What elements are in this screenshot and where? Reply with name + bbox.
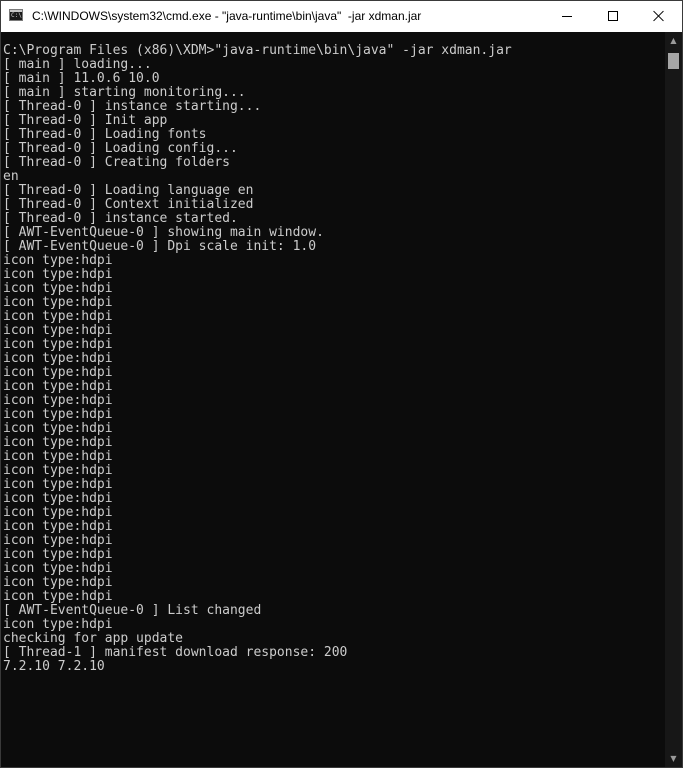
console-line: icon type:hdpi xyxy=(3,365,113,380)
console-line: [ Thread-0 ] Loading config... xyxy=(3,141,238,156)
title-bar[interactable]: C:\WINDOWS\system32\cmd.exe - "java-runt… xyxy=(1,1,682,32)
console-line: [ Thread-0 ] Loading fonts xyxy=(3,127,207,142)
console-output: C:\Program Files (x86)\XDM>"java-runtime… xyxy=(3,44,512,674)
console-line: en xyxy=(3,169,19,184)
minimize-button[interactable] xyxy=(544,1,590,32)
console-line: icon type:hdpi xyxy=(3,267,113,282)
console-line: [ Thread-1 ] manifest download response:… xyxy=(3,645,348,660)
console-line: icon type:hdpi xyxy=(3,351,113,366)
console-line: icon type:hdpi xyxy=(3,575,113,590)
console-line: [ Thread-0 ] Loading language en xyxy=(3,183,254,198)
scroll-thumb[interactable] xyxy=(668,53,679,69)
console-line: [ AWT-EventQueue-0 ] showing main window… xyxy=(3,225,324,240)
console-line: icon type:hdpi xyxy=(3,337,113,352)
maximize-button[interactable] xyxy=(590,1,636,32)
console-line: checking for app update xyxy=(3,631,184,646)
console-line: icon type:hdpi xyxy=(3,561,113,576)
console-line: icon type:hdpi xyxy=(3,309,113,324)
console-line: icon type:hdpi xyxy=(3,253,113,268)
console-line: icon type:hdpi xyxy=(3,505,113,520)
console-line: [ Thread-0 ] instance starting... xyxy=(3,99,262,114)
console-line: icon type:hdpi xyxy=(3,449,113,464)
console-line: C:\Program Files (x86)\XDM>"java-runtime… xyxy=(3,43,512,58)
console-line: icon type:hdpi xyxy=(3,477,113,492)
console-line: icon type:hdpi xyxy=(3,617,113,632)
console-line: icon type:hdpi xyxy=(3,281,113,296)
console-line: [ main ] starting monitoring... xyxy=(3,85,246,100)
console-line: [ AWT-EventQueue-0 ] List changed xyxy=(3,603,262,618)
console-line: icon type:hdpi xyxy=(3,463,113,478)
console-line: icon type:hdpi xyxy=(3,533,113,548)
close-button[interactable] xyxy=(636,1,682,32)
console-line: [ Thread-0 ] Creating folders xyxy=(3,155,230,170)
console-line: icon type:hdpi xyxy=(3,491,113,506)
close-icon xyxy=(653,10,665,22)
console-line: icon type:hdpi xyxy=(3,589,113,604)
console-line: [ Thread-0 ] instance started. xyxy=(3,211,238,226)
console-line: [ main ] 11.0.6 10.0 xyxy=(3,71,160,86)
console-line: icon type:hdpi xyxy=(3,295,113,310)
console-line: icon type:hdpi xyxy=(3,435,113,450)
console-line: [ main ] loading... xyxy=(3,57,152,72)
console-line: [ AWT-EventQueue-0 ] Dpi scale init: 1.0 xyxy=(3,239,317,254)
console-line: icon type:hdpi xyxy=(3,323,113,338)
window-title: C:\WINDOWS\system32\cmd.exe - "java-runt… xyxy=(32,9,422,23)
maximize-icon xyxy=(608,11,618,21)
console-line: [ Thread-0 ] Context initialized xyxy=(3,197,254,212)
console-line: icon type:hdpi xyxy=(3,379,113,394)
scroll-up-arrow-icon[interactable]: ▲ xyxy=(665,32,682,49)
cmd-window: C:\WINDOWS\system32\cmd.exe - "java-runt… xyxy=(0,0,683,768)
console-output-area[interactable]: C:\Program Files (x86)\XDM>"java-runtime… xyxy=(2,32,665,767)
minimize-icon xyxy=(562,16,572,17)
console-line: icon type:hdpi xyxy=(3,519,113,534)
console-line: icon type:hdpi xyxy=(3,407,113,422)
console-line: icon type:hdpi xyxy=(3,421,113,436)
vertical-scrollbar[interactable]: ▲ ▼ xyxy=(665,32,682,767)
console-line: icon type:hdpi xyxy=(3,393,113,408)
console-line: [ Thread-0 ] Init app xyxy=(3,113,168,128)
console-line: icon type:hdpi xyxy=(3,547,113,562)
console-line: 7.2.10 7.2.10 xyxy=(3,659,105,674)
cmd-console-icon[interactable] xyxy=(9,9,23,21)
scroll-down-arrow-icon[interactable]: ▼ xyxy=(665,750,682,767)
